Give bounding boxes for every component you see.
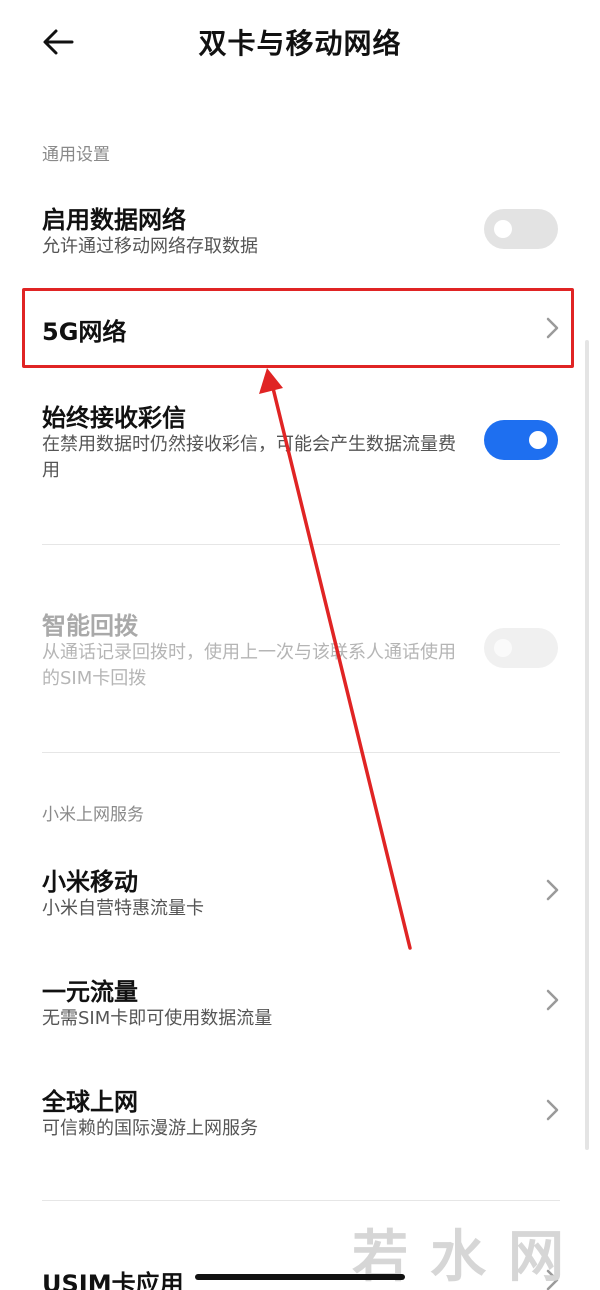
toggle-knob bbox=[529, 431, 547, 449]
service-row-one-yuan-data[interactable]: 一元流量 无需SIM卡即可使用数据流量 bbox=[0, 962, 600, 1052]
setting-desc: 从通话记录回拨时，使用上一次与该联系人通话使用的SIM卡回拨 bbox=[42, 642, 456, 689]
setting-row-data-network[interactable]: 启用数据网络 允许通过移动网络存取数据 bbox=[0, 190, 600, 280]
section-label-xiaomi-services: 小米上网服务 bbox=[42, 805, 144, 825]
setting-desc: 允许通过移动网络存取数据 bbox=[42, 236, 258, 257]
setting-title: 始终接收彩信 bbox=[42, 404, 186, 432]
smart-redial-toggle bbox=[484, 628, 558, 668]
home-indicator[interactable] bbox=[195, 1274, 405, 1280]
always-mms-toggle[interactable] bbox=[484, 420, 558, 460]
chevron-right-icon bbox=[546, 1099, 559, 1121]
service-title: 一元流量 bbox=[42, 978, 138, 1006]
service-title: 小米移动 bbox=[42, 868, 138, 896]
setting-title: 启用数据网络 bbox=[42, 206, 186, 234]
setting-title: USIM卡应用 bbox=[42, 1270, 184, 1290]
header-bar: 双卡与移动网络 bbox=[0, 0, 600, 84]
highlight-box-5g bbox=[22, 288, 574, 368]
service-title: 全球上网 bbox=[42, 1088, 138, 1116]
settings-page: 双卡与移动网络 通用设置 启用数据网络 允许通过移动网络存取数据 5G网络 始终… bbox=[0, 0, 600, 1290]
toggle-knob bbox=[494, 220, 512, 238]
divider bbox=[42, 1200, 560, 1201]
service-row-global-roaming[interactable]: 全球上网 可信赖的国际漫游上网服务 bbox=[0, 1072, 600, 1162]
setting-row-always-mms[interactable]: 始终接收彩信 在禁用数据时仍然接收彩信，可能会产生数据流量费用 bbox=[0, 390, 600, 500]
service-desc: 无需SIM卡即可使用数据流量 bbox=[42, 1008, 273, 1029]
service-desc: 小米自营特惠流量卡 bbox=[42, 898, 204, 919]
scrollbar[interactable] bbox=[585, 340, 589, 1150]
setting-desc: 在禁用数据时仍然接收彩信，可能会产生数据流量费用 bbox=[42, 434, 456, 481]
divider bbox=[42, 544, 560, 545]
setting-title: 智能回拨 bbox=[42, 612, 138, 640]
chevron-right-icon bbox=[546, 989, 559, 1011]
service-row-xiaomi-mobile[interactable]: 小米移动 小米自营特惠流量卡 bbox=[0, 852, 600, 942]
toggle-knob bbox=[494, 639, 512, 657]
chevron-right-icon bbox=[546, 879, 559, 901]
page-title: 双卡与移动网络 bbox=[198, 27, 402, 60]
setting-row-smart-redial: 智能回拨 从通话记录回拨时，使用上一次与该联系人通话使用的SIM卡回拨 bbox=[0, 598, 600, 708]
section-label-general: 通用设置 bbox=[42, 145, 110, 165]
data-network-toggle[interactable] bbox=[484, 209, 558, 249]
service-desc: 可信赖的国际漫游上网服务 bbox=[42, 1118, 258, 1139]
divider bbox=[42, 752, 560, 753]
